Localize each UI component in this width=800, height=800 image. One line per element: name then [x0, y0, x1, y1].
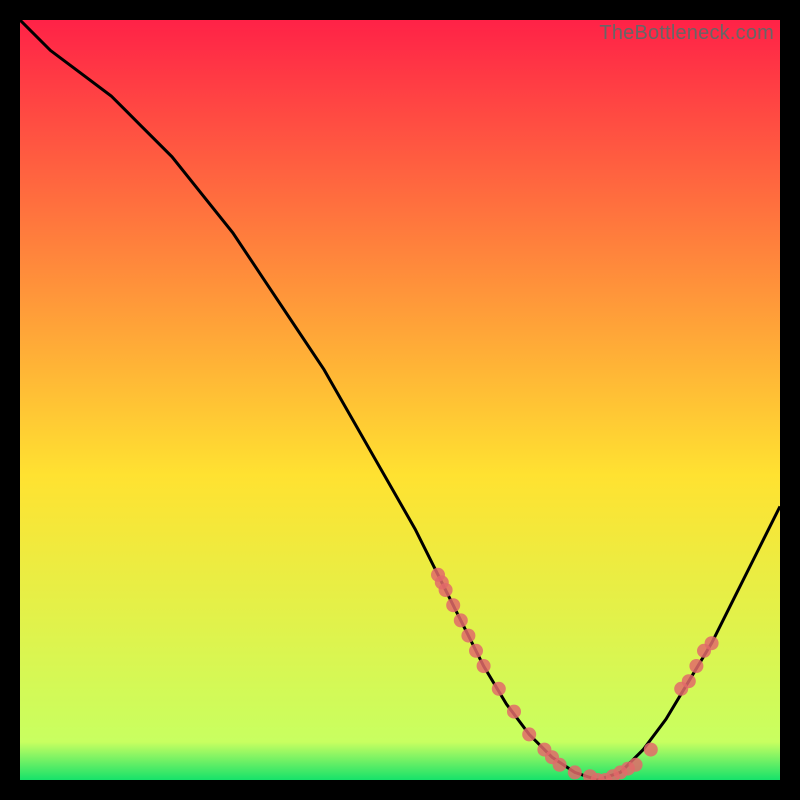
chart-svg — [20, 20, 780, 780]
data-marker — [477, 659, 491, 673]
data-marker — [469, 644, 483, 658]
watermark-text: TheBottleneck.com — [599, 22, 774, 45]
data-marker — [439, 583, 453, 597]
chart-plot-area — [20, 20, 780, 780]
chart-frame: TheBottleneck.com — [20, 20, 780, 780]
data-marker — [689, 659, 703, 673]
data-marker — [553, 758, 567, 772]
data-marker — [682, 674, 696, 688]
gradient-background — [20, 20, 780, 780]
data-marker — [568, 765, 582, 779]
data-marker — [629, 758, 643, 772]
data-marker — [507, 705, 521, 719]
data-marker — [454, 613, 468, 627]
data-marker — [492, 682, 506, 696]
data-marker — [461, 629, 475, 643]
data-marker — [705, 636, 719, 650]
data-marker — [522, 727, 536, 741]
data-marker — [644, 743, 658, 757]
data-marker — [446, 598, 460, 612]
